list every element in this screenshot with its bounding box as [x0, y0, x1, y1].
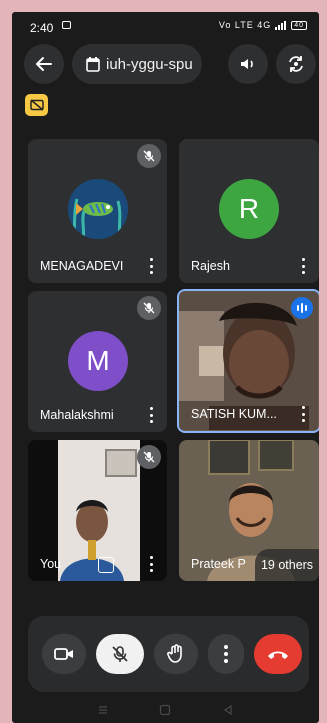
avatar-initial: M — [68, 331, 128, 391]
signal-label: Vo LTE 4G — [218, 20, 272, 30]
captions-off-icon[interactable] — [25, 94, 48, 116]
avatar-initial-letter: M — [86, 345, 110, 376]
participant-tile-you[interactable]: You — [28, 440, 167, 581]
participant-name: SATISH KUM... — [191, 407, 277, 421]
meeting-info-button[interactable]: iuh-yggu-spu — [72, 44, 202, 84]
system-nav-bar — [12, 697, 319, 723]
self-view-icon[interactable] — [98, 557, 114, 573]
hang-up-icon — [268, 651, 288, 659]
home-icon[interactable] — [159, 704, 171, 716]
participant-tile-satish[interactable]: SATISH KUM... — [177, 289, 319, 433]
avatar-initial: R — [219, 179, 279, 239]
mic-toggle-button[interactable] — [96, 634, 144, 674]
participant-tile-mahalakshmi[interactable]: M Mahalakshmi — [28, 291, 167, 432]
more-options-icon[interactable] — [149, 407, 153, 423]
notification-icon — [62, 21, 71, 29]
switch-camera-icon — [289, 56, 303, 72]
status-bar: 2:40 Vo LTE 4G 40 — [12, 12, 319, 42]
more-options-button[interactable] — [208, 634, 244, 674]
status-time: 2:40 — [30, 21, 54, 35]
mic-off-icon — [137, 296, 161, 320]
status-icons: Vo LTE 4G 40 — [219, 20, 307, 30]
back-nav-icon[interactable] — [222, 704, 234, 716]
others-badge[interactable]: 19 others — [255, 549, 319, 581]
participant-name: Rajesh — [191, 259, 230, 273]
mic-off-icon — [112, 646, 128, 662]
participant-name: You — [40, 557, 62, 571]
phone-screen: 2:40 Vo LTE 4G 40 iuh-yggu-spu MENAGADEV… — [12, 12, 319, 723]
end-call-button[interactable] — [254, 634, 302, 674]
back-arrow-icon — [36, 57, 52, 71]
avatar-initial-letter: R — [238, 193, 260, 224]
call-controls — [28, 616, 309, 692]
others-count: 19 others — [260, 558, 314, 572]
more-options-icon[interactable] — [149, 556, 153, 572]
avatar-image — [68, 179, 128, 239]
battery-icon: 40 — [291, 20, 307, 30]
recent-apps-icon[interactable] — [97, 704, 109, 716]
speaker-icon — [241, 59, 253, 69]
more-options-icon[interactable] — [301, 258, 305, 274]
hand-icon — [167, 644, 182, 663]
speaking-indicator-icon — [291, 297, 313, 319]
raise-hand-button[interactable] — [154, 634, 198, 674]
participant-name: Prateek P — [191, 557, 246, 571]
mic-off-icon — [137, 445, 161, 469]
video-camera-icon — [54, 648, 73, 660]
participant-tile-prateek[interactable]: Prateek P 19 others — [179, 440, 319, 581]
participant-name: MENAGADEVI — [40, 259, 124, 273]
more-vert-icon — [224, 645, 228, 663]
participant-tile-menagadevi[interactable]: MENAGADEVI — [28, 139, 167, 283]
camera-toggle-button[interactable] — [42, 634, 86, 674]
signal-icon — [275, 20, 287, 30]
audio-output-button[interactable] — [228, 44, 268, 84]
more-options-icon[interactable] — [301, 406, 305, 422]
more-options-icon[interactable] — [149, 258, 153, 274]
calendar-icon — [86, 56, 100, 72]
mic-off-icon — [137, 144, 161, 168]
participant-name: Mahalakshmi — [40, 408, 114, 422]
back-button[interactable] — [24, 44, 64, 84]
switch-camera-button[interactable] — [276, 44, 316, 84]
participant-tile-rajesh[interactable]: R Rajesh — [179, 139, 319, 283]
meeting-code: iuh-yggu-spu — [106, 55, 193, 73]
meeting-top-bar: iuh-yggu-spu — [12, 44, 319, 86]
